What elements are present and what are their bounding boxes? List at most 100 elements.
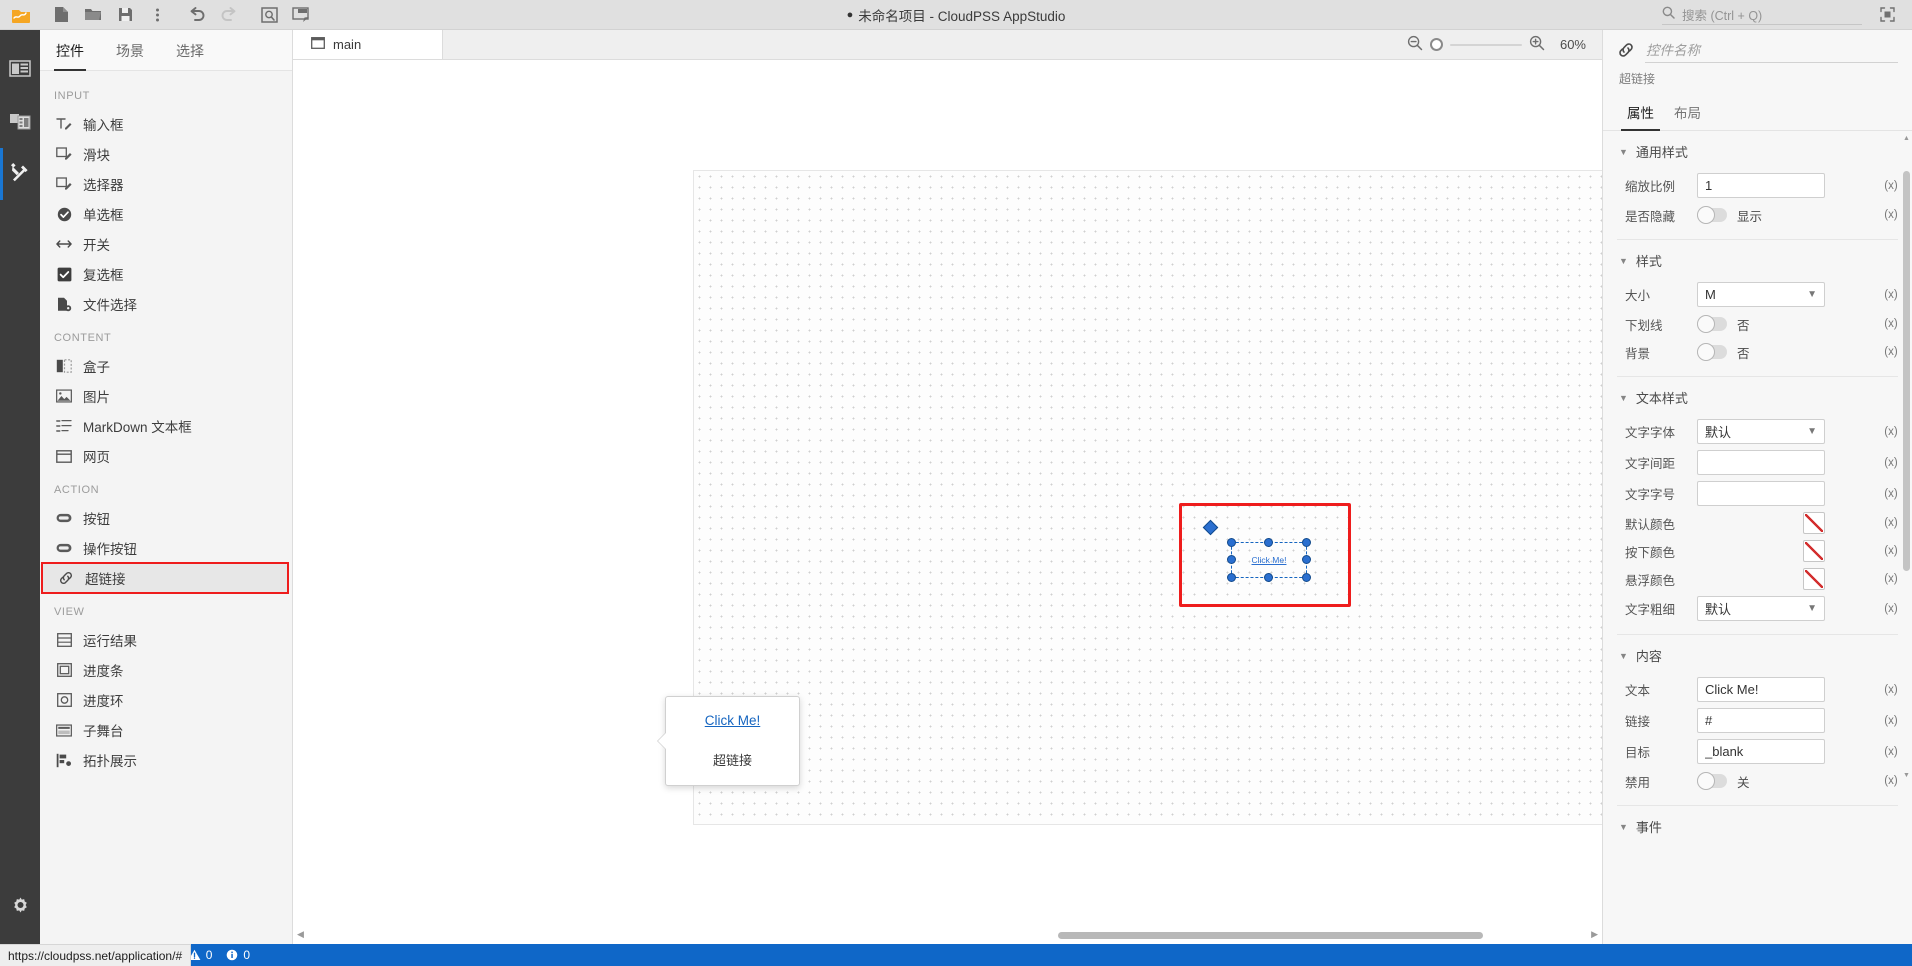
new-file-icon[interactable]: [46, 2, 76, 28]
editor-tab-main[interactable]: main: [293, 30, 443, 59]
widget-item-progress-bar[interactable]: 进度条: [40, 655, 292, 685]
widget-item-switch[interactable]: 开关: [40, 229, 292, 259]
design-stage[interactable]: [693, 170, 1602, 825]
widget-item-webpage[interactable]: 网页: [40, 441, 292, 471]
property-color-swatch-默认颜色[interactable]: [1803, 512, 1825, 534]
property-binding-toggle[interactable]: (x): [1878, 488, 1904, 500]
property-input-文字间距[interactable]: [1697, 450, 1825, 475]
widget-item-text-input[interactable]: 输入框: [40, 109, 292, 139]
status-info-count[interactable]: 0: [226, 948, 250, 962]
zoom-in-icon[interactable]: [1529, 35, 1545, 54]
resize-handle-sw[interactable]: [1227, 573, 1236, 582]
property-binding-toggle[interactable]: (x): [1878, 209, 1904, 221]
properties-section-header[interactable]: ▼ 内容: [1603, 635, 1912, 674]
property-binding-toggle[interactable]: (x): [1878, 603, 1904, 615]
widget-item-image[interactable]: 图片: [40, 381, 292, 411]
property-binding-toggle[interactable]: (x): [1878, 346, 1904, 358]
widget-name-input[interactable]: [1645, 40, 1898, 63]
property-color-swatch-悬浮颜色[interactable]: [1803, 568, 1825, 590]
resize-handle-se[interactable]: [1302, 573, 1311, 582]
property-input-文字字号[interactable]: [1697, 481, 1825, 506]
widget-item-link[interactable]: 超链接: [41, 562, 289, 594]
properties-section-header[interactable]: ▼ 文本样式: [1603, 377, 1912, 416]
preview-icon[interactable]: [254, 2, 284, 28]
sidebar-rail-widgets[interactable]: [0, 148, 40, 200]
app-logo-icon[interactable]: [6, 2, 36, 28]
widget-item-topology[interactable]: 拓扑展示: [40, 745, 292, 775]
property-binding-toggle[interactable]: (x): [1878, 426, 1904, 438]
more-vertical-icon[interactable]: [142, 2, 172, 28]
tooltip-link-text[interactable]: Click Me!: [705, 713, 761, 728]
property-binding-toggle[interactable]: (x): [1878, 517, 1904, 529]
resize-handle-s[interactable]: [1264, 573, 1273, 582]
resize-handle-n[interactable]: [1264, 538, 1273, 547]
widget-item-selector[interactable]: 选择器: [40, 169, 292, 199]
status-warning-count[interactable]: 0: [188, 948, 212, 962]
widget-item-substage[interactable]: 子舞台: [40, 715, 292, 745]
publish-icon[interactable]: [286, 2, 316, 28]
property-select-文字字体[interactable]: 默认 ▼: [1697, 419, 1825, 444]
widget-item-results[interactable]: 运行结果: [40, 625, 292, 655]
property-binding-toggle[interactable]: (x): [1878, 684, 1904, 696]
property-binding-toggle[interactable]: (x): [1878, 457, 1904, 469]
tab-properties[interactable]: 属性: [1617, 93, 1664, 131]
zoom-slider-handle[interactable]: [1430, 38, 1443, 51]
widget-item-radio[interactable]: 单选框: [40, 199, 292, 229]
resize-handle-w[interactable]: [1227, 555, 1236, 564]
property-binding-toggle[interactable]: (x): [1878, 318, 1904, 330]
widget-item-file-picker[interactable]: 文件选择: [40, 289, 292, 319]
tab-layout[interactable]: 布局: [1664, 93, 1711, 130]
property-binding-toggle[interactable]: (x): [1878, 715, 1904, 727]
properties-scrollbar[interactable]: ▲ ▼: [1903, 135, 1910, 779]
zoom-out-icon[interactable]: [1407, 35, 1423, 54]
widget-item-markdown[interactable]: MarkDown 文本框: [40, 411, 292, 441]
property-toggle-禁用[interactable]: [1697, 772, 1727, 790]
resize-handle-ne[interactable]: [1302, 538, 1311, 547]
property-input-缩放比例[interactable]: [1697, 173, 1825, 198]
properties-scrollbar-thumb[interactable]: [1903, 171, 1910, 571]
property-binding-toggle[interactable]: (x): [1878, 775, 1904, 787]
sidebar-rail-project[interactable]: [0, 44, 40, 96]
widget-item-slider[interactable]: 滑块: [40, 139, 292, 169]
property-binding-toggle[interactable]: (x): [1878, 180, 1904, 192]
property-binding-toggle[interactable]: (x): [1878, 573, 1904, 585]
tab-scenes[interactable]: 场景: [100, 30, 160, 70]
properties-scroll-down-arrow[interactable]: ▼: [1903, 772, 1910, 779]
widget-item-progress-ring[interactable]: 进度环: [40, 685, 292, 715]
fullscreen-icon[interactable]: [1872, 2, 1902, 28]
tab-selection[interactable]: 选择: [160, 30, 220, 70]
resize-handle-e[interactable]: [1302, 555, 1311, 564]
property-input-链接[interactable]: [1697, 708, 1825, 733]
properties-section-header[interactable]: ▼ 样式: [1603, 240, 1912, 279]
search-input[interactable]: 搜索 (Ctrl + Q): [1662, 5, 1862, 25]
properties-scroll-up-arrow[interactable]: ▲: [1903, 135, 1910, 142]
widget-item-button[interactable]: 按钮: [40, 503, 292, 533]
property-toggle-下划线[interactable]: [1697, 315, 1727, 333]
widget-item-checkbox[interactable]: 复选框: [40, 259, 292, 289]
canvas-viewport[interactable]: Click Me! Click Me! 超链接 ◀ ▶: [293, 60, 1602, 944]
tab-controls[interactable]: 控件: [40, 30, 100, 71]
property-toggle-背景[interactable]: [1697, 343, 1727, 361]
scroll-right-arrow[interactable]: ▶: [1591, 929, 1598, 940]
zoom-slider-track[interactable]: [1450, 43, 1522, 46]
save-icon[interactable]: [110, 2, 140, 28]
canvas-hscrollbar-thumb[interactable]: [1058, 932, 1483, 939]
property-toggle-是否隐藏[interactable]: [1697, 206, 1727, 224]
property-select-大小[interactable]: M ▼: [1697, 282, 1825, 307]
undo-icon[interactable]: [182, 2, 212, 28]
property-input-目标[interactable]: [1697, 739, 1825, 764]
widget-item-box[interactable]: 盒子: [40, 351, 292, 381]
property-binding-toggle[interactable]: (x): [1878, 746, 1904, 758]
scroll-left-arrow[interactable]: ◀: [297, 929, 304, 940]
open-folder-icon[interactable]: [78, 2, 108, 28]
properties-section-header[interactable]: ▼ 通用样式: [1603, 131, 1912, 170]
sidebar-rail-resources[interactable]: [0, 96, 40, 148]
properties-section-header[interactable]: ▼ 事件: [1603, 806, 1912, 845]
property-input-文本[interactable]: [1697, 677, 1825, 702]
property-binding-toggle[interactable]: (x): [1878, 289, 1904, 301]
selected-widget-hyperlink[interactable]: Click Me!: [1227, 538, 1311, 582]
widget-item-action-button[interactable]: 操作按钮: [40, 533, 292, 563]
property-select-文字粗细[interactable]: 默认 ▼: [1697, 596, 1825, 621]
settings-button[interactable]: [0, 882, 40, 934]
property-color-swatch-按下颜色[interactable]: [1803, 540, 1825, 562]
